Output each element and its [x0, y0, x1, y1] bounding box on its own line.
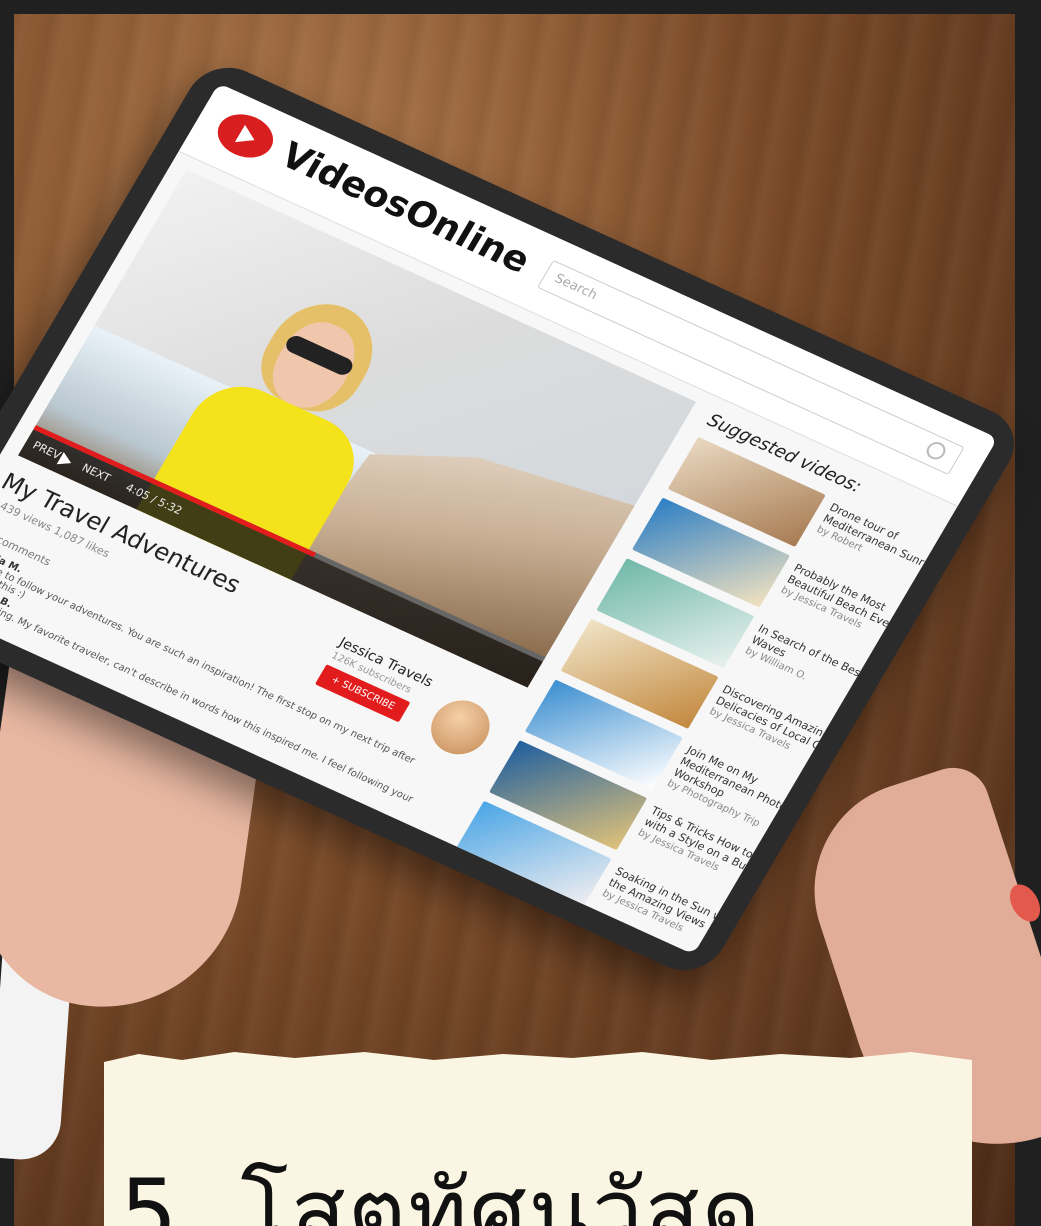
caption-text: 5. โสตทัศนวัสด [120, 1160, 763, 1226]
dark-border-top [0, 0, 1041, 14]
avatar[interactable] [420, 691, 501, 764]
photo-scene: VideosOnline Search PREV NEXT 4:05 / 5:3… [0, 0, 1041, 1226]
next-button[interactable]: NEXT [80, 461, 113, 484]
prev-button[interactable]: PREV [30, 439, 63, 462]
play-logo-icon[interactable] [209, 106, 282, 166]
